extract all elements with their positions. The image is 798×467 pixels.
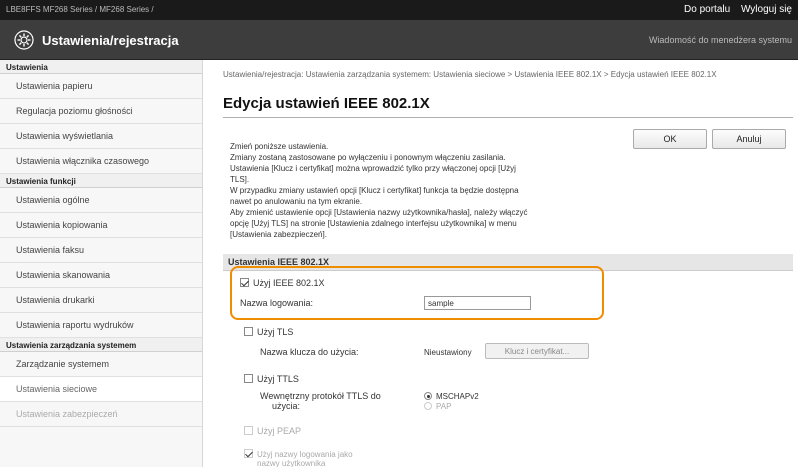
- top-bar: LBE8FFS MF268 Series / MF268 Series / Do…: [0, 0, 798, 20]
- ttls-protocol-label: Wewnętrzny protokół TTLS do: [260, 391, 381, 401]
- key-name-row: Nazwa klucza do użycia:: [260, 347, 359, 357]
- sidebar-item-general[interactable]: Ustawienia ogólne: [0, 188, 202, 213]
- sidebar-item-volume[interactable]: Regulacja poziomu głośności: [0, 99, 202, 124]
- use-tls-row: Użyj TLS: [244, 327, 293, 337]
- use-peap-checkbox[interactable]: [244, 426, 253, 435]
- description-line: Ustawienia [Klucz i certyfikat] można wp…: [230, 164, 516, 173]
- use-ieee-label: Użyj IEEE 802.1X: [253, 278, 325, 288]
- use-ttls-label: Użyj TTLS: [257, 374, 299, 384]
- description: Zmień poniższe ustawienia. Zmiany zostan…: [230, 141, 650, 240]
- use-ttls-checkbox[interactable]: [244, 374, 253, 383]
- radio-pap[interactable]: PAP: [424, 401, 479, 411]
- sidebar: Ustawienia Ustawienia papieru Regulacja …: [0, 60, 203, 467]
- description-line: Zmień poniższe ustawienia.: [230, 142, 329, 151]
- use-tls-label: Użyj TLS: [257, 327, 294, 337]
- sidebar-item-timer[interactable]: Ustawienia włącznika czasowego: [0, 149, 202, 174]
- sidebar-item-security[interactable]: Ustawienia zabezpieczeń: [0, 402, 202, 427]
- use-login-as-row: Użyj nazwy logowania jako nazwy użytkown…: [244, 449, 353, 467]
- key-name-value: Nieustawiony: [424, 348, 472, 357]
- description-line: [Ustawienia zabezpieczeń].: [230, 230, 327, 239]
- login-name-row: Nazwa logowania:: [240, 298, 313, 308]
- description-line: opcję [Użyj TLS] na stronie [Ustawienia …: [230, 219, 517, 228]
- description-line: W przypadku zmiany ustawień opcji [Klucz…: [230, 186, 519, 195]
- sidebar-item-scan[interactable]: Ustawienia skanowania: [0, 263, 202, 288]
- description-line: TLS].: [230, 175, 250, 184]
- sidebar-item-report[interactable]: Ustawienia raportu wydruków: [0, 313, 202, 338]
- login-name-label: Nazwa logowania:: [240, 298, 314, 308]
- sidebar-item-fax[interactable]: Ustawienia faksu: [0, 238, 202, 263]
- cancel-button[interactable]: Anuluj: [712, 129, 786, 149]
- divider: [223, 117, 793, 118]
- use-ieee-checkbox[interactable]: [240, 278, 249, 287]
- gear-icon: [14, 30, 34, 50]
- description-line: Zmiany zostaną zastosowane po wyłączeniu…: [230, 153, 506, 162]
- title-bar: Ustawienia/rejestracja Wiadomość do mene…: [0, 20, 798, 60]
- use-login-as-checkbox[interactable]: [244, 449, 253, 458]
- sidebar-item-paper[interactable]: Ustawienia papieru: [0, 74, 202, 99]
- page-title: Edycja ustawień IEEE 802.1X: [223, 95, 430, 112]
- sidebar-item-printer[interactable]: Ustawienia drukarki: [0, 288, 202, 313]
- highlight-frame: [230, 266, 604, 320]
- radio-pap-button[interactable]: [424, 402, 432, 410]
- login-name-input[interactable]: [424, 296, 531, 310]
- radio-pap-label: PAP: [436, 402, 452, 411]
- radio-mschapv2[interactable]: MSCHAPv2: [424, 391, 479, 401]
- sidebar-item-system-management[interactable]: Zarządzanie systemem: [0, 352, 202, 377]
- use-tls-checkbox[interactable]: [244, 327, 253, 336]
- device-name: LBE8FFS MF268 Series / MF268 Series /: [6, 5, 154, 14]
- radio-mschapv2-button[interactable]: [424, 392, 432, 400]
- sidebar-item-display[interactable]: Ustawienia wyświetlania: [0, 124, 202, 149]
- sidebar-item-copy[interactable]: Ustawienia kopiowania: [0, 213, 202, 238]
- sidebar-item-network[interactable]: Ustawienia sieciowe: [0, 377, 202, 402]
- key-name-label: Nazwa klucza do użycia:: [260, 347, 359, 357]
- use-ieee-row: Użyj IEEE 802.1X: [240, 278, 325, 288]
- sidebar-group-title: Ustawienia: [0, 60, 202, 74]
- use-peap-label: Użyj PEAP: [257, 426, 302, 436]
- sidebar-group-title: Ustawienia funkcji: [0, 174, 202, 188]
- ttls-protocol-label-suffix: użycia:: [272, 401, 301, 411]
- ok-button[interactable]: OK: [633, 129, 707, 149]
- page-app-title: Ustawienia/rejestracja: [42, 33, 179, 48]
- use-ttls-row: Użyj TTLS: [244, 374, 299, 384]
- breadcrumb: Ustawienia/rejestracja: Ustawienia zarzą…: [223, 70, 717, 79]
- use-login-as-label: Użyj nazwy logowania jako: [257, 450, 353, 459]
- ttls-protocol-label-row: Wewnętrzny protokół TTLS do użycia:: [260, 391, 381, 411]
- description-line: Aby zmienić ustawienie opcji [Ustawienia…: [230, 208, 528, 217]
- admin-message-link[interactable]: Wiadomość do menedżera systemu: [649, 35, 792, 45]
- logout-link[interactable]: Wyloguj się: [741, 4, 792, 15]
- radio-mschapv2-label: MSCHAPv2: [436, 392, 479, 401]
- sidebar-group-title: Ustawienia zarządzania systemem: [0, 338, 202, 352]
- description-line: nawet po anulowaniu na tym ekranie.: [230, 197, 363, 206]
- portal-link[interactable]: Do portalu: [684, 4, 730, 15]
- key-name-value-row: Nieustawiony: [424, 347, 472, 357]
- use-login-as-label-suffix: nazwy użytkownika: [257, 459, 326, 467]
- ttls-radio-group: MSCHAPv2 PAP: [424, 391, 479, 411]
- use-peap-row: Użyj PEAP: [244, 426, 301, 436]
- key-cert-button[interactable]: Klucz i certyfikat...: [485, 343, 589, 359]
